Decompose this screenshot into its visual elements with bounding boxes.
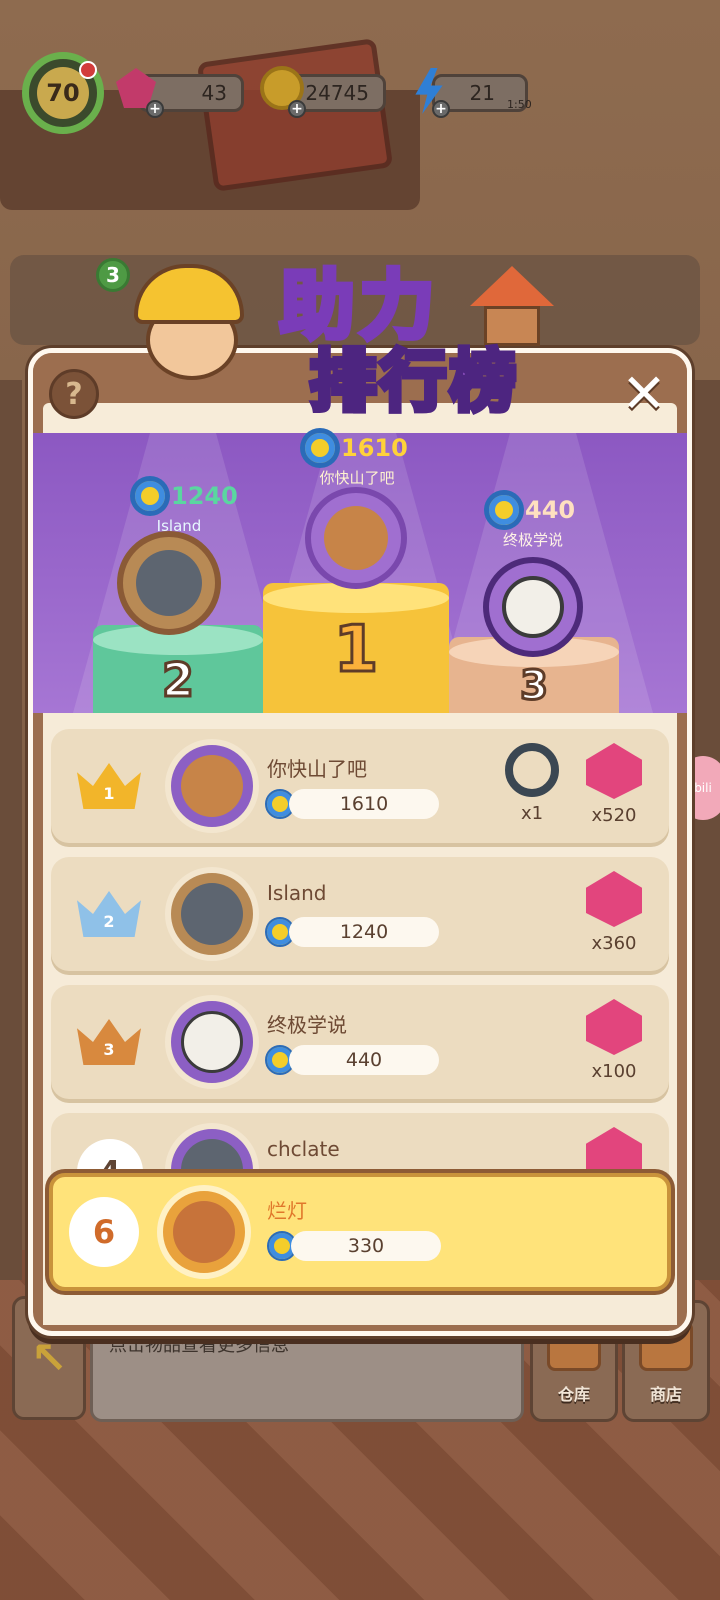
panda-avatar-icon bbox=[502, 576, 564, 638]
player-name: 你快山了吧 bbox=[267, 757, 367, 781]
help-button[interactable]: ? bbox=[49, 369, 99, 419]
my-score-value: 330 bbox=[291, 1231, 441, 1261]
podium-first-name: 你快山了吧 bbox=[319, 469, 395, 487]
gem-icon bbox=[586, 871, 642, 927]
podium-second: 2 bbox=[93, 625, 263, 713]
gem-icon bbox=[586, 999, 642, 1055]
podium-third-score: 440 bbox=[487, 493, 575, 527]
podium-first-score: 1610 bbox=[303, 431, 408, 465]
silver-crown-icon: 2 bbox=[77, 891, 141, 937]
my-rank-row[interactable]: 6 烂灯 330 bbox=[49, 1173, 671, 1291]
podium-second-score: 1240 bbox=[133, 479, 238, 513]
flower-icon bbox=[303, 431, 337, 465]
podium-first-avatar[interactable] bbox=[305, 487, 407, 589]
leaderboard-modal: ? ✕ 2 1240 Island 1 1610 你快山了吧 3 440 终极学… bbox=[28, 348, 692, 1336]
title-line-2: 排行榜 bbox=[307, 340, 520, 423]
player-avatar[interactable] bbox=[165, 739, 259, 833]
podium-number: 3 bbox=[519, 662, 550, 711]
podium-number: 1 bbox=[332, 612, 380, 689]
player-name: chclate bbox=[267, 1137, 340, 1161]
raccoon-avatar-icon bbox=[181, 883, 243, 945]
gold-crown-icon: 1 bbox=[77, 763, 141, 809]
flower-icon bbox=[487, 493, 521, 527]
podium-stage: 2 1240 Island 1 1610 你快山了吧 3 440 终极学说 bbox=[33, 431, 687, 713]
shelf-count-badge: 3 bbox=[96, 258, 130, 292]
reward-item[interactable]: x360 bbox=[577, 871, 651, 954]
podium-second-name: Island bbox=[156, 517, 202, 535]
rank-number: 1 bbox=[103, 784, 115, 803]
podium-third-score-value: 440 bbox=[525, 496, 576, 524]
podium-first: 1 bbox=[263, 583, 449, 713]
podium-second-avatar[interactable] bbox=[117, 531, 221, 635]
player-avatar[interactable] bbox=[165, 995, 259, 1089]
player-avatar[interactable] bbox=[165, 867, 259, 961]
my-name: 烂灯 bbox=[267, 1199, 307, 1223]
warehouse-label: 仓库 bbox=[557, 1385, 590, 1404]
player-score-value: 1240 bbox=[289, 917, 439, 947]
player-score-value: 440 bbox=[289, 1045, 439, 1075]
reward-item[interactable]: x520 bbox=[577, 743, 651, 826]
player-score-value: 1610 bbox=[289, 789, 439, 819]
panda-avatar-icon bbox=[181, 1011, 243, 1073]
monkey-mascot-icon bbox=[128, 260, 288, 410]
podium-third-name: 终极学说 bbox=[502, 531, 563, 549]
guitar-ring-icon bbox=[505, 743, 559, 797]
reward-count: x360 bbox=[591, 933, 637, 954]
reward-item[interactable]: x1 bbox=[495, 743, 569, 824]
player-name: 终极学说 bbox=[267, 1013, 347, 1037]
energy-timer: 1:50 bbox=[507, 98, 532, 111]
background-left-panel bbox=[0, 380, 22, 1280]
reward-count: x100 bbox=[591, 1061, 637, 1082]
energy-value: 21 bbox=[469, 81, 495, 105]
monkey-avatar-icon bbox=[181, 755, 243, 817]
player-score: 1240 bbox=[265, 917, 439, 947]
notification-dot-icon bbox=[79, 61, 97, 79]
back-arrow-icon: ↖ bbox=[30, 1332, 68, 1384]
reward-count: x1 bbox=[520, 803, 544, 824]
bronze-crown-icon: 3 bbox=[77, 1019, 141, 1065]
my-avatar[interactable] bbox=[157, 1185, 251, 1279]
player-score: 1610 bbox=[265, 789, 439, 819]
add-energy-icon[interactable]: + bbox=[432, 100, 450, 118]
rank-number: 3 bbox=[103, 1040, 115, 1059]
squirrel-avatar-icon bbox=[173, 1201, 235, 1263]
podium-third-avatar[interactable] bbox=[483, 557, 583, 657]
flower-icon bbox=[133, 479, 167, 513]
player-level-badge[interactable]: 70 bbox=[22, 52, 104, 134]
my-rank-number: 6 bbox=[69, 1197, 139, 1267]
modal-title: 助力 排行榜 bbox=[270, 246, 540, 426]
shop-label: 商店 bbox=[649, 1385, 682, 1404]
gem-icon bbox=[586, 743, 642, 799]
gems-value: 43 bbox=[201, 81, 227, 105]
podium-second-score-value: 1240 bbox=[171, 482, 238, 510]
add-coins-icon[interactable]: + bbox=[288, 100, 306, 118]
item-info-text: 点击物品查看更多信息 bbox=[109, 1335, 289, 1356]
close-button[interactable]: ✕ bbox=[619, 365, 669, 423]
podium-number: 2 bbox=[160, 652, 195, 709]
raccoon-avatar-icon bbox=[136, 550, 202, 616]
monkey-avatar-icon bbox=[324, 506, 388, 570]
ranking-row[interactable]: 3 终极学说 440 x100 bbox=[51, 985, 669, 1099]
player-name: Island bbox=[267, 881, 327, 905]
reward-item[interactable]: x100 bbox=[577, 999, 651, 1082]
podium-first-score-value: 1610 bbox=[341, 434, 408, 462]
reward-count: x520 bbox=[591, 805, 637, 826]
ranking-row[interactable]: 2 Island 1240 x360 bbox=[51, 857, 669, 971]
my-score: 330 bbox=[267, 1231, 441, 1261]
player-score: 440 bbox=[265, 1045, 439, 1075]
add-gems-icon[interactable]: + bbox=[146, 100, 164, 118]
coins-value: 24745 bbox=[305, 81, 369, 105]
rank-number: 2 bbox=[103, 912, 115, 931]
ranking-row[interactable]: 1 你快山了吧 1610 x1 x520 bbox=[51, 729, 669, 843]
